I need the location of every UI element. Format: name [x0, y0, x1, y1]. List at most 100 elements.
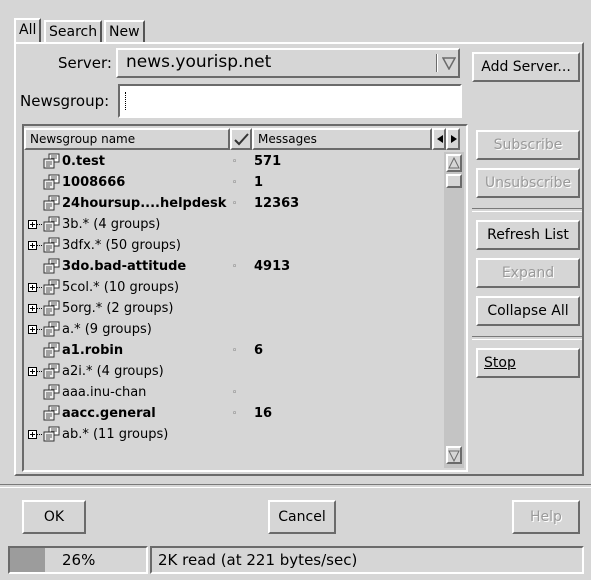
list-item[interactable]: 3do.bad-attitude ◦ 4913: [26, 257, 442, 277]
newsgroup-name: aaa.inu-chan: [62, 385, 147, 400]
checkmark-icon: [234, 133, 249, 146]
status-message: 2K read (at 221 bytes/sec): [158, 551, 358, 569]
newsgroup-list[interactable]: 0.test ◦ 571 1008666 ◦ 1 24hoursup....helpdesk…: [26, 150, 442, 468]
list-item[interactable]: 5org.* (2 groups): [26, 299, 442, 319]
refresh-list-button[interactable]: Refresh List: [476, 220, 580, 250]
tab-search[interactable]: Search: [44, 20, 103, 42]
message-count: 12363: [254, 196, 300, 211]
newsgroup-icon: [43, 216, 60, 232]
list-item[interactable]: a1.robin ◦ 6: [26, 341, 442, 361]
arrow-down-icon: [448, 450, 460, 462]
expand-button[interactable]: Expand: [476, 258, 580, 288]
chevron-down-icon: [442, 57, 456, 70]
list-item[interactable]: a.* (9 groups): [26, 320, 442, 340]
newsgroup-icon: [43, 195, 60, 211]
list-item[interactable]: 3b.* (4 groups): [26, 215, 442, 235]
expand-toggle-icon[interactable]: [28, 430, 37, 439]
expand-toggle-icon[interactable]: [28, 304, 37, 313]
newsgroup-icon: [43, 363, 60, 379]
tree-connector: [37, 371, 42, 373]
scroll-down-button[interactable]: [446, 446, 462, 464]
column-header-subscribed[interactable]: [230, 128, 252, 150]
newsgroup-name: 1008666: [62, 175, 126, 190]
subscribe-indicator-icon[interactable]: ◦: [232, 257, 237, 277]
message-count: 16: [254, 406, 273, 421]
expand-toggle-icon[interactable]: [28, 325, 37, 334]
expand-toggle-icon[interactable]: [28, 367, 37, 376]
button-separator: [472, 208, 582, 212]
tab-all[interactable]: All: [14, 18, 42, 44]
help-button[interactable]: Help: [512, 500, 580, 534]
progress-fill: [10, 548, 46, 572]
subscribe-indicator-icon[interactable]: ◦: [232, 341, 237, 361]
arrow-right-icon: [451, 135, 457, 143]
server-dropdown[interactable]: news.yourisp.net: [116, 48, 460, 78]
bottom-divider: [0, 484, 591, 488]
list-item[interactable]: a2i.* (4 groups): [26, 362, 442, 382]
newsgroup-name: a1.robin: [62, 343, 124, 358]
newsgroup-name: 5col.* (10 groups): [62, 280, 180, 295]
scroll-up-button[interactable]: [446, 154, 462, 172]
column-header-messages[interactable]: Messages: [252, 128, 432, 150]
subscribe-indicator-icon[interactable]: ◦: [232, 173, 237, 193]
arrow-left-icon: [437, 135, 443, 143]
arrow-up-icon: [448, 157, 460, 169]
newsgroup-name: 3do.bad-attitude: [62, 259, 187, 274]
server-value: news.yourisp.net: [126, 52, 272, 72]
expand-toggle-icon[interactable]: [28, 220, 37, 229]
server-label: Server:: [58, 54, 112, 72]
cancel-button[interactable]: Cancel: [268, 500, 336, 534]
list-item[interactable]: 3dfx.* (50 groups): [26, 236, 442, 256]
list-item[interactable]: 24hoursup....helpdesk ◦ 12363: [26, 194, 442, 214]
newsgroup-icon: [43, 237, 60, 253]
ok-button[interactable]: OK: [22, 500, 86, 534]
list-item[interactable]: aacc.general ◦ 16: [26, 404, 442, 424]
collapse-all-button[interactable]: Collapse All: [476, 296, 580, 326]
column-header-name[interactable]: Newsgroup name: [24, 128, 230, 150]
newsgroup-icon: [43, 405, 60, 421]
button-separator-2: [472, 336, 582, 340]
unsubscribe-button[interactable]: Unsubscribe: [476, 168, 580, 198]
subscribe-button[interactable]: Subscribe: [476, 130, 580, 160]
newsgroup-icon: [43, 279, 60, 295]
stop-button[interactable]: Stop: [476, 348, 580, 378]
list-item[interactable]: 5col.* (10 groups): [26, 278, 442, 298]
tree-connector: [37, 434, 42, 436]
newsgroup-icon: [43, 342, 60, 358]
progress-bar: 26%: [8, 546, 148, 574]
newsgroup-icon: [43, 384, 60, 400]
list-item[interactable]: 0.test ◦ 571: [26, 152, 442, 172]
newsgroup-input[interactable]: [118, 84, 462, 118]
tab-new[interactable]: New: [104, 20, 145, 42]
message-count: 571: [254, 154, 282, 169]
tree-connector: [37, 287, 42, 289]
newsgroup-icon: [43, 258, 60, 274]
stop-button-label: Stop: [484, 355, 516, 371]
subscribe-indicator-icon[interactable]: ◦: [232, 383, 237, 403]
newsgroup-name: 3dfx.* (50 groups): [62, 238, 181, 253]
subscribe-newsgroups-dialog: All Search New Server: news.yourisp.net …: [0, 0, 591, 580]
subscribe-indicator-icon[interactable]: ◦: [232, 404, 237, 424]
newsgroup-name: 3b.* (4 groups): [62, 217, 161, 232]
message-count: 6: [254, 343, 264, 358]
add-server-button[interactable]: Add Server...: [472, 52, 580, 82]
list-item[interactable]: 1008666 ◦ 1: [26, 173, 442, 193]
newsgroup-name: ab.* (11 groups): [62, 427, 169, 442]
newsgroup-icon: [43, 300, 60, 316]
dropdown-divider: [436, 54, 438, 72]
subscribe-indicator-icon[interactable]: ◦: [232, 194, 237, 214]
newsgroup-name: 5org.* (2 groups): [62, 301, 174, 316]
newsgroup-icon: [43, 426, 60, 442]
vertical-scrollbar[interactable]: [444, 152, 464, 468]
tree-connector: [37, 329, 42, 331]
list-item[interactable]: aaa.inu-chan ◦: [26, 383, 442, 403]
newsgroup-label: Newsgroup:: [20, 92, 110, 110]
tree-connector: [37, 224, 42, 226]
scroll-right-button[interactable]: [446, 128, 460, 150]
scroll-left-button[interactable]: [432, 128, 446, 150]
subscribe-indicator-icon[interactable]: ◦: [232, 152, 237, 172]
list-item[interactable]: ab.* (11 groups): [26, 425, 442, 445]
expand-toggle-icon[interactable]: [28, 241, 37, 250]
expand-toggle-icon[interactable]: [28, 283, 37, 292]
scrollbar-thumb[interactable]: [446, 174, 462, 188]
